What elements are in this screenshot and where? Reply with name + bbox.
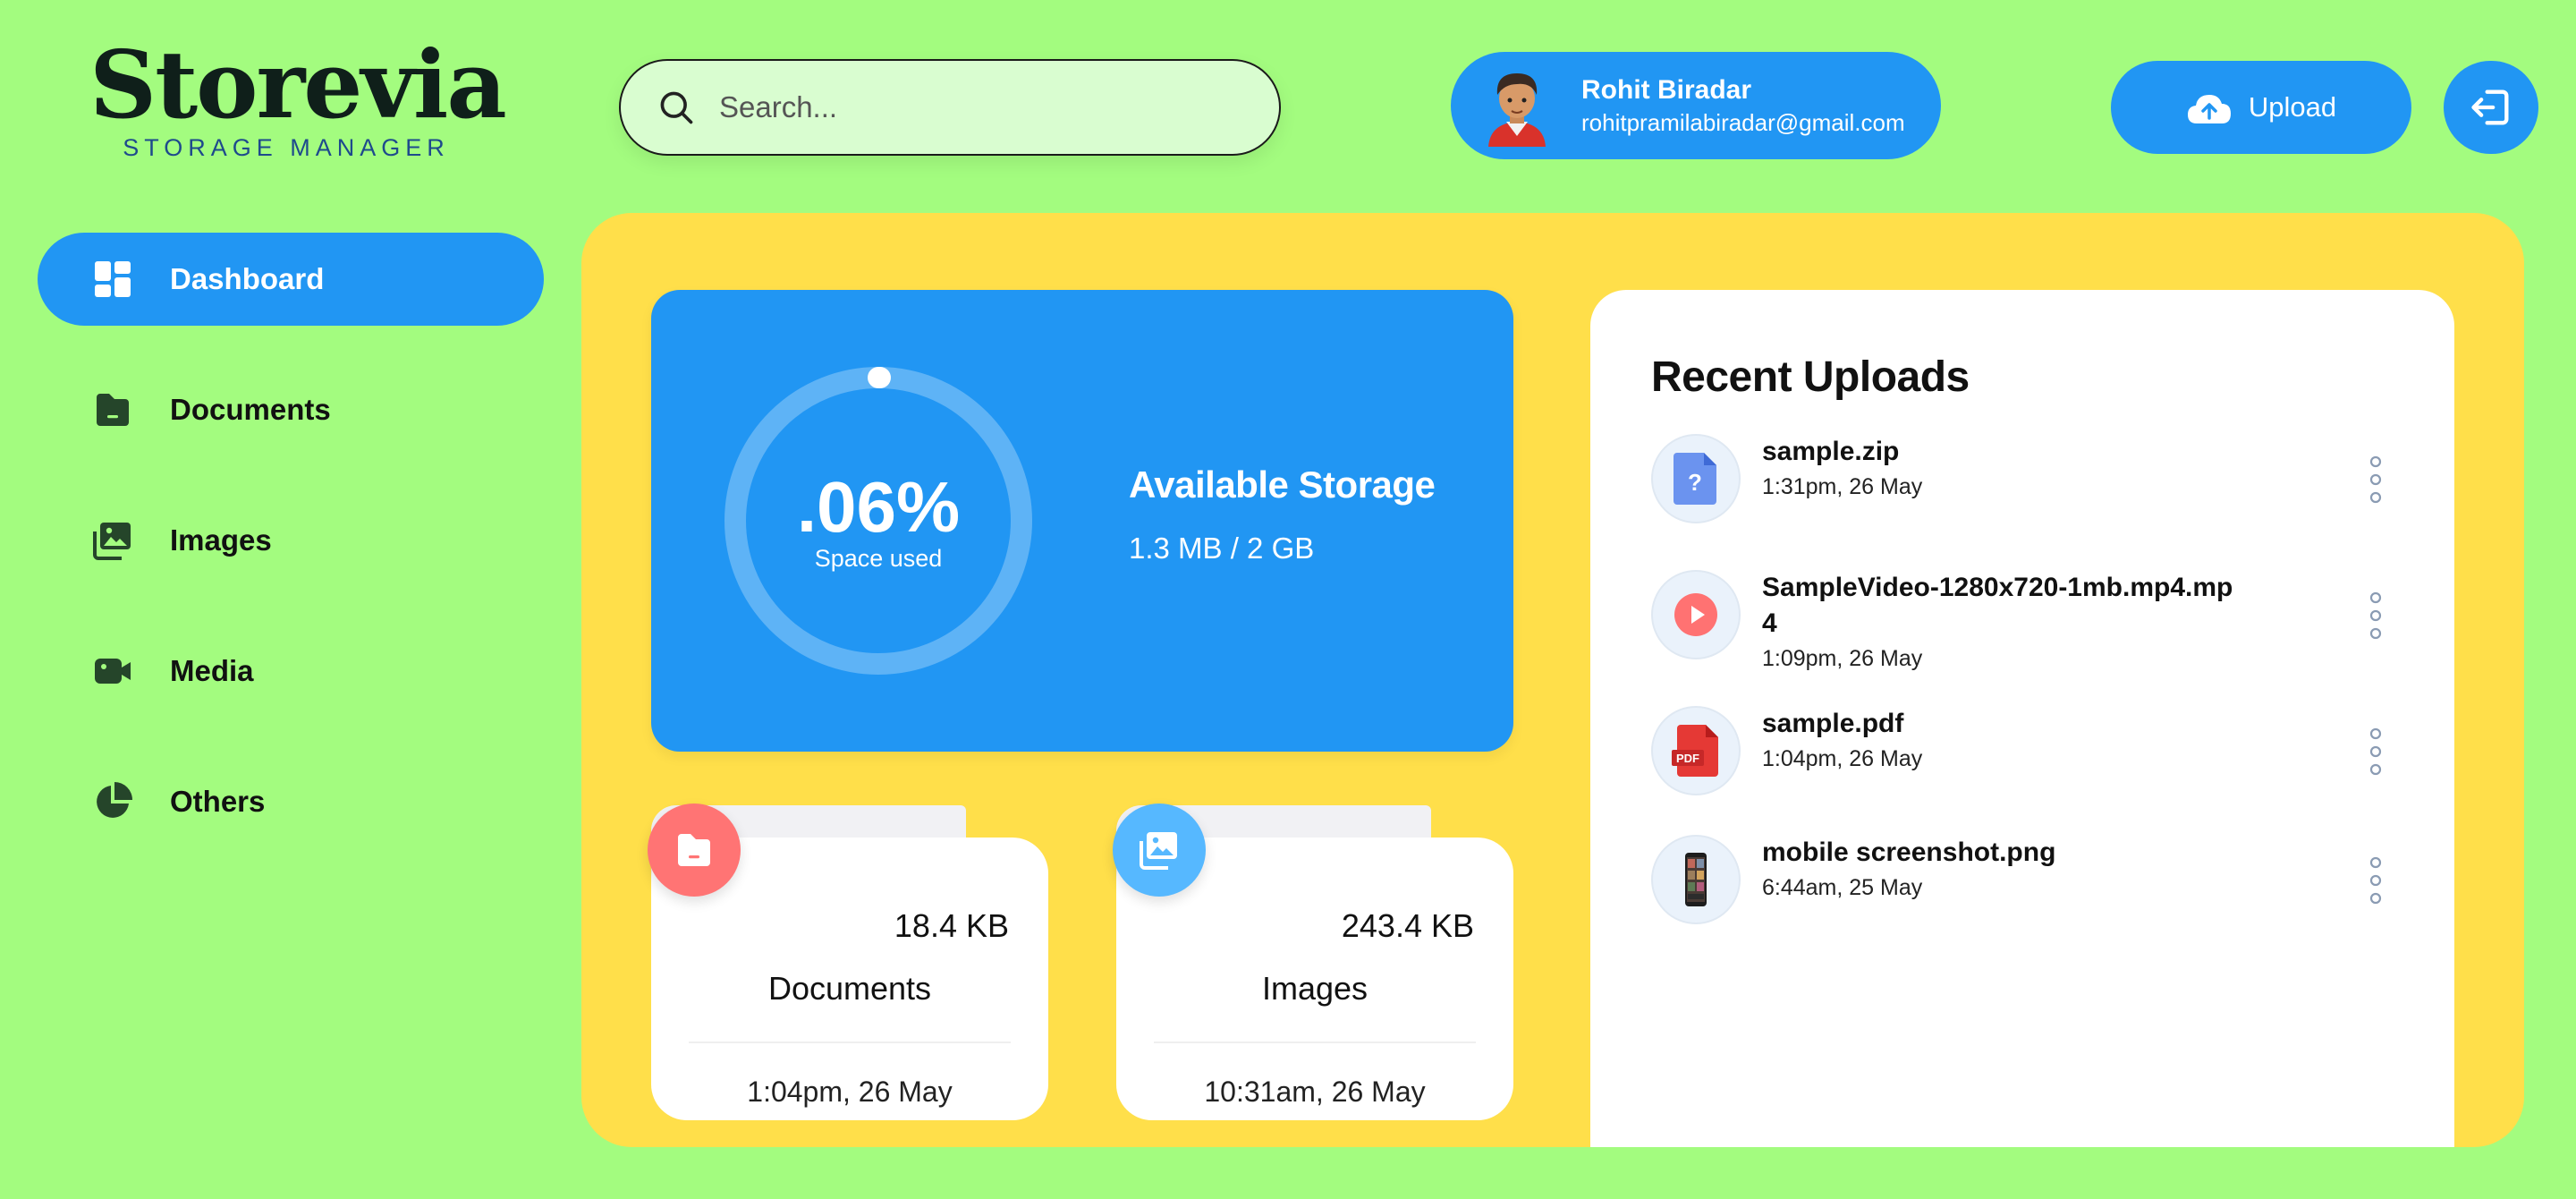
recent-uploads-title: Recent Uploads bbox=[1651, 353, 1970, 401]
file-time: 1:04pm, 26 May bbox=[1762, 746, 1923, 771]
storage-summary-card: .06% Space used Available Storage 1.3 MB… bbox=[651, 290, 1513, 752]
sidebar-item-images[interactable]: Images bbox=[38, 494, 544, 587]
divider bbox=[689, 1042, 1011, 1043]
sidebar-item-documents[interactable]: Documents bbox=[38, 363, 544, 456]
svg-text:PDF: PDF bbox=[1676, 752, 1699, 765]
more-options-icon[interactable] bbox=[2368, 455, 2383, 504]
images-icon bbox=[1140, 832, 1177, 870]
cloud-upload-icon bbox=[2187, 95, 2231, 123]
file-name: sample.zip bbox=[1762, 437, 1900, 466]
category-name: Images bbox=[1261, 970, 1368, 1007]
sidebar-item-label: Documents bbox=[170, 393, 331, 426]
category-size: 18.4 KB bbox=[894, 907, 1009, 944]
available-storage-title: Available Storage bbox=[1129, 463, 1436, 506]
user-profile[interactable]: Rohit Biradar rohitpramilabiradar@gmail.… bbox=[1451, 52, 1941, 159]
file-name: mobile screenshot.png bbox=[1762, 838, 2056, 867]
category-updated-time: 10:31am, 26 May bbox=[1204, 1076, 1426, 1108]
logo-subtitle: STORAGE MANAGER bbox=[123, 134, 450, 161]
divider bbox=[1154, 1042, 1476, 1043]
category-updated-time: 1:04pm, 26 May bbox=[747, 1076, 953, 1108]
file-thumbnail: ? bbox=[1651, 434, 1741, 523]
sidebar-item-media[interactable]: Media bbox=[38, 625, 544, 718]
file-thumbnail bbox=[1651, 570, 1741, 659]
search-bar[interactable] bbox=[619, 59, 1281, 156]
phone-screenshot-thumbnail bbox=[1685, 853, 1707, 906]
file-time: 6:44am, 25 May bbox=[1762, 875, 1923, 900]
images-badge bbox=[1113, 804, 1206, 897]
storage-used-label: Space used bbox=[814, 545, 943, 572]
file-thumbnail bbox=[1651, 835, 1741, 924]
sidebar-item-label: Dashboard bbox=[170, 262, 325, 295]
user-name: Rohit Biradar bbox=[1581, 75, 1752, 105]
logout-icon bbox=[2471, 89, 2509, 125]
svg-text:?: ? bbox=[1688, 469, 1702, 496]
category-card-images[interactable]: 243.4 KB Images 10:31am, 26 May bbox=[1113, 804, 1513, 1124]
avatar bbox=[1488, 73, 1546, 147]
dashboard-panel: .06% Space used Available Storage 1.3 MB… bbox=[581, 213, 2524, 1147]
file-name: sample.pdf bbox=[1762, 709, 1904, 738]
sidebar-item-label: Images bbox=[170, 523, 272, 557]
sidebar: Dashboard Documents Images Media Others bbox=[38, 233, 544, 886]
dashboard-icon bbox=[95, 261, 131, 297]
category-name: Documents bbox=[767, 970, 932, 1007]
file-thumbnail: PDF bbox=[1651, 706, 1741, 795]
more-options-icon[interactable] bbox=[2368, 727, 2383, 776]
app-logo: Storevia STORAGE MANAGER bbox=[89, 30, 507, 162]
upload-button[interactable]: Upload bbox=[2111, 61, 2411, 154]
logout-button[interactable] bbox=[2444, 61, 2538, 154]
search-icon bbox=[660, 91, 693, 124]
recent-file-row[interactable]: mobile screenshot.png 6:44am, 25 May bbox=[1651, 835, 2454, 924]
search-input[interactable] bbox=[719, 90, 1256, 124]
video-play-icon bbox=[1674, 593, 1717, 636]
document-folder-icon bbox=[678, 834, 710, 866]
recent-file-row[interactable]: ? sample.zip 1:31pm, 26 May bbox=[1651, 434, 2454, 523]
images-icon bbox=[93, 523, 131, 560]
video-camera-icon bbox=[95, 659, 131, 684]
category-size: 243.4 KB bbox=[1341, 907, 1474, 944]
pdf-file-icon: PDF bbox=[1672, 725, 1718, 777]
recent-file-row[interactable]: PDF sample.pdf 1:04pm, 26 May bbox=[1651, 706, 2454, 795]
sidebar-item-dashboard[interactable]: Dashboard bbox=[38, 233, 544, 326]
file-name: SampleVideo-1280x720-1mb.mp4.mp4 bbox=[1762, 573, 2233, 638]
category-card-documents[interactable]: 18.4 KB Documents 1:04pm, 26 May bbox=[648, 804, 1048, 1124]
sidebar-item-label: Media bbox=[170, 654, 254, 687]
logo-title: Storevia bbox=[89, 30, 507, 140]
available-storage-size: 1.3 MB / 2 GB bbox=[1129, 531, 1315, 565]
unknown-file-icon: ? bbox=[1674, 453, 1716, 505]
more-options-icon[interactable] bbox=[2368, 591, 2383, 640]
user-email: rohitpramilabiradar@gmail.com bbox=[1581, 109, 1905, 136]
recent-uploads-panel: Recent Uploads ? sample.zip 1:31pm, 26 M… bbox=[1590, 290, 2454, 1147]
file-time: 1:31pm, 26 May bbox=[1762, 474, 1923, 499]
recent-file-row[interactable]: SampleVideo-1280x720-1mb.mp4.mp4 1:09pm,… bbox=[1651, 570, 2454, 676]
more-options-icon[interactable] bbox=[2368, 856, 2383, 905]
pie-chart-icon bbox=[97, 782, 132, 818]
sidebar-item-label: Others bbox=[170, 785, 266, 818]
upload-label: Upload bbox=[2248, 91, 2337, 123]
document-folder-icon bbox=[97, 394, 129, 426]
storage-used-percent: .06% bbox=[796, 467, 961, 547]
file-time: 1:09pm, 26 May bbox=[1762, 646, 1923, 671]
documents-badge bbox=[648, 804, 741, 897]
sidebar-item-others[interactable]: Others bbox=[38, 755, 544, 848]
